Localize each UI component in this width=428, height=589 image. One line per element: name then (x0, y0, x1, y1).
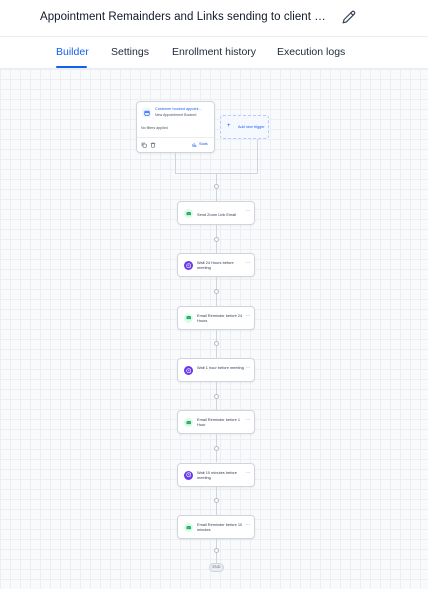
trigger-divider (137, 137, 214, 138)
add-step-dot[interactable] (214, 236, 219, 242)
step-label: Send Zoom Link Email (197, 211, 237, 217)
step-label: Email Reminder before 24 Hours (197, 312, 243, 323)
workflow-header: Appointment Remainders and Links sending… (0, 0, 428, 37)
calendar-icon (142, 108, 151, 117)
more-options-icon[interactable]: ··· (246, 470, 251, 476)
clock-icon (184, 261, 193, 271)
add-step-dot[interactable] (214, 184, 219, 189)
step-label: Wait 1 hour before meeting (197, 364, 244, 370)
copy-icon[interactable] (141, 142, 147, 148)
add-step-dot[interactable] (214, 288, 219, 294)
trigger-card[interactable]: Customer booked appoint... New Appointme… (136, 101, 215, 153)
email-action-node[interactable]: Email Reminder before 24 Hours ··· (177, 305, 255, 330)
mail-icon (184, 313, 193, 323)
add-step-dot[interactable] (214, 498, 219, 504)
tab-bar: Builder Settings Enrollment history Exec… (0, 37, 428, 69)
more-options-icon[interactable]: ··· (246, 313, 251, 319)
connector-line (257, 139, 258, 173)
more-options-icon[interactable]: ··· (246, 260, 251, 266)
plus-icon: + (227, 123, 231, 129)
add-step-dot[interactable] (214, 341, 219, 347)
tab-builder[interactable]: Builder (56, 46, 89, 58)
add-step-dot[interactable] (214, 393, 219, 399)
trigger-title[interactable]: Customer booked appoint... (155, 107, 202, 111)
workflow-title: Appointment Remainders and Links sending… (40, 11, 332, 23)
wait-action-node[interactable]: Wait 10 minutes before meeting ··· (177, 462, 255, 487)
add-step-dot[interactable] (214, 548, 219, 554)
more-options-icon[interactable]: ··· (246, 522, 251, 528)
add-trigger-button[interactable]: + Add new trigger (220, 115, 269, 139)
trigger-subtitle: New Appointment Booked (155, 113, 197, 117)
pencil-icon[interactable] (342, 10, 356, 24)
end-badge: END (209, 563, 224, 572)
email-action-node[interactable]: Send Zoom Link Email ··· (177, 201, 255, 225)
more-options-icon[interactable]: ··· (246, 208, 251, 214)
step-label: Email Reminder before 1 Hour (197, 417, 241, 428)
mail-icon (184, 418, 193, 428)
more-options-icon[interactable]: ··· (246, 417, 251, 423)
step-label: Wait 10 minutes before meeting (197, 469, 237, 480)
trash-icon[interactable] (150, 142, 156, 148)
email-action-node[interactable]: Email Reminder before 10 minutes ··· (177, 514, 255, 539)
mail-icon (184, 522, 193, 532)
mail-icon (184, 209, 193, 218)
tab-execution-logs[interactable]: Execution logs (277, 46, 345, 58)
tab-enrollment-history[interactable]: Enrollment history (172, 46, 256, 58)
clock-icon (184, 365, 193, 375)
tab-settings[interactable]: Settings (111, 46, 149, 58)
wait-action-node[interactable]: Wait 1 hour before meeting ··· (177, 357, 255, 382)
trigger-filter-text: No filters applied (141, 126, 168, 130)
add-trigger-label: Add new trigger (238, 125, 265, 129)
stats-label: Stats (199, 142, 208, 146)
stats-button[interactable]: Stats (192, 142, 208, 147)
more-options-icon[interactable]: ··· (246, 365, 251, 371)
active-tab-indicator (56, 66, 87, 68)
bar-chart-icon (192, 142, 197, 146)
step-label: Email Reminder before 10 minutes (197, 521, 243, 532)
clock-icon (184, 470, 193, 480)
add-step-dot[interactable] (214, 445, 219, 451)
workflow-canvas[interactable]: Customer booked appoint... New Appointme… (0, 69, 428, 589)
wait-action-node[interactable]: Wait 24 Hours before meeting ··· (177, 253, 255, 278)
email-action-node[interactable]: Email Reminder before 1 Hour ··· (177, 410, 255, 435)
connector-line (175, 153, 176, 173)
step-label: Wait 24 Hours before meeting (197, 260, 234, 271)
